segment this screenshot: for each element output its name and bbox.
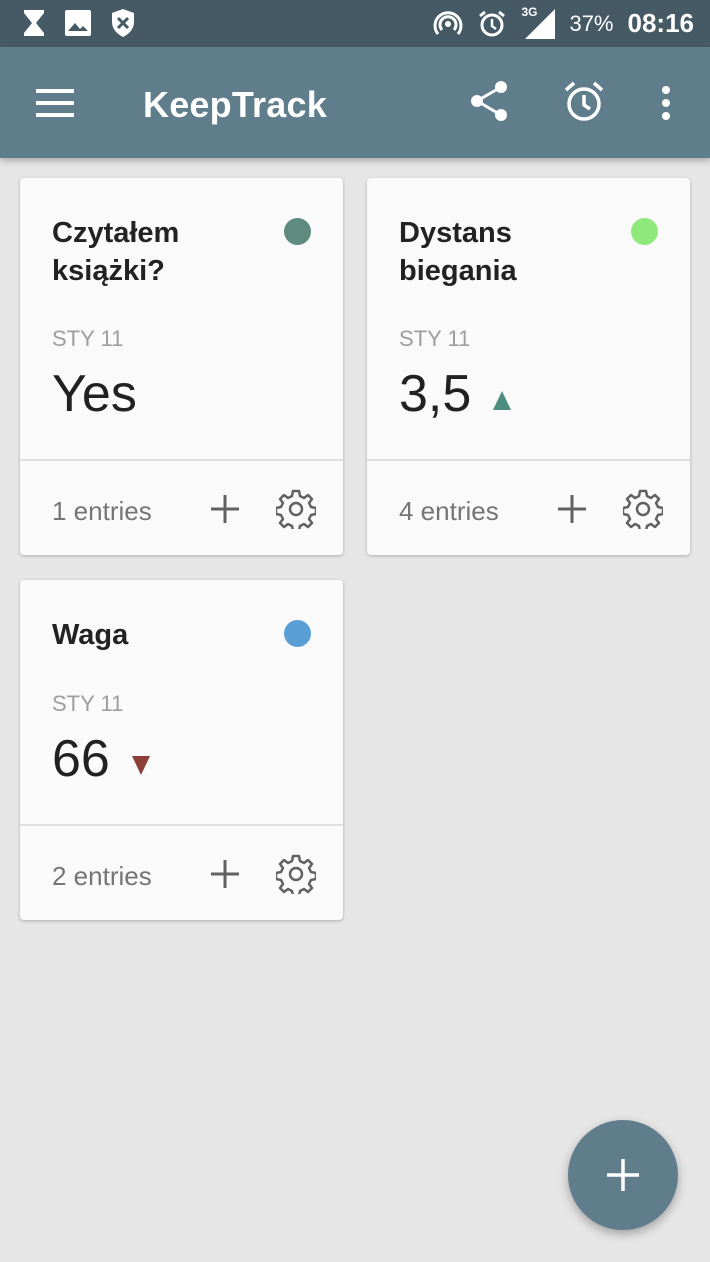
card-value: Yes	[52, 364, 137, 424]
clock: 08:16	[627, 8, 695, 38]
tracker-card[interactable]: Dystans biegania STY 11 3,5 4 entries	[367, 178, 690, 555]
battery-percent: 37%	[569, 10, 614, 36]
card-divider	[20, 459, 343, 461]
add-entry-icon[interactable]	[210, 494, 240, 524]
card-value: 66	[52, 729, 150, 789]
card-title: Dystans biegania	[399, 217, 517, 287]
plus-icon	[607, 1159, 639, 1191]
status-bar: 3G 37% 08:16	[0, 0, 710, 47]
card-date: STY 11	[52, 326, 124, 351]
value-text: Yes	[52, 365, 137, 423]
card-title: Czytałem książki?	[52, 217, 180, 287]
add-entry-icon[interactable]	[210, 859, 240, 889]
entries-count[interactable]: 4 entries	[399, 496, 499, 527]
share-icon[interactable]	[470, 80, 508, 122]
entries-count[interactable]: 2 entries	[52, 861, 152, 892]
entries-count[interactable]: 1 entries	[52, 496, 152, 527]
hotspot-icon	[433, 10, 463, 35]
trend-down-icon	[131, 755, 150, 775]
app-bar: KeepTrack	[0, 47, 710, 158]
more-vert-icon[interactable]	[660, 85, 672, 121]
color-dot	[284, 218, 311, 245]
tracker-card[interactable]: Waga STY 11 66 2 entries	[20, 580, 343, 920]
settings-gear-icon[interactable]	[276, 854, 316, 894]
tracker-card[interactable]: Czytałem książki? STY 11 Yes 1 entries	[20, 178, 343, 555]
image-icon	[65, 10, 91, 36]
alarm-status-icon	[479, 10, 506, 36]
menu-icon[interactable]	[36, 89, 74, 117]
add-entry-icon[interactable]	[557, 494, 587, 524]
card-value: 3,5	[399, 364, 512, 424]
card-divider	[367, 459, 690, 461]
shield-x-icon	[112, 9, 134, 37]
trend-up-icon	[493, 390, 512, 410]
settings-gear-icon[interactable]	[623, 489, 663, 529]
alarm-icon[interactable]	[562, 80, 606, 124]
value-text: 66	[52, 730, 110, 788]
add-tracker-fab[interactable]	[568, 1120, 678, 1230]
signal-icon: 3G	[521, 5, 556, 39]
color-dot	[284, 620, 311, 647]
card-date: STY 11	[52, 691, 124, 716]
card-divider	[20, 824, 343, 826]
value-text: 3,5	[399, 365, 472, 423]
hourglass-icon	[24, 10, 44, 36]
card-title: Waga	[52, 619, 129, 651]
color-dot	[631, 218, 658, 245]
settings-gear-icon[interactable]	[276, 489, 316, 529]
app-title: KeepTrack	[143, 84, 327, 125]
card-date: STY 11	[399, 326, 471, 351]
